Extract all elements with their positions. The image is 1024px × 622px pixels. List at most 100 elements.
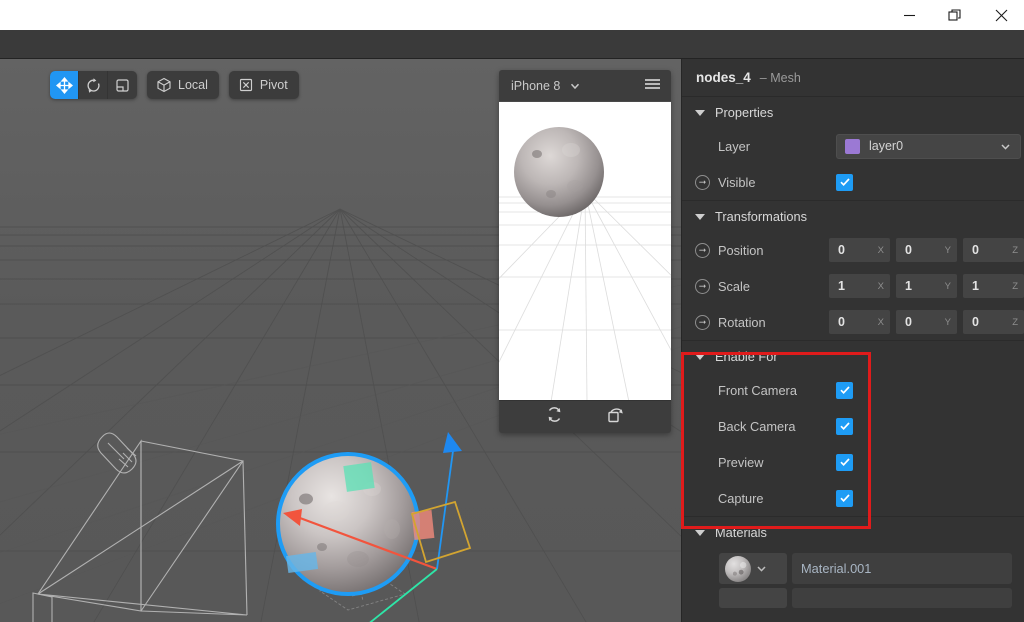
node-type: – Mesh (760, 71, 801, 85)
capture-label: Capture (695, 491, 836, 506)
animatable-arrow-icon[interactable]: ➞ (695, 175, 710, 190)
section-enable-for: Enable For Front Camera Back Camera (682, 341, 1024, 516)
animatable-arrow-icon[interactable]: ➞ (695, 243, 710, 258)
axis-y-label: Y (945, 245, 951, 256)
move-tool-button[interactable] (50, 71, 79, 99)
layer-label: Layer (718, 139, 836, 154)
layer-color-swatch (845, 139, 860, 154)
position-x-field[interactable]: 0 X (829, 238, 890, 262)
materials-section-header[interactable]: Materials (682, 517, 1024, 548)
axis-x-label: X (878, 317, 884, 328)
local-space-button[interactable]: Local (147, 71, 219, 99)
transformations-section-header[interactable]: Transformations (682, 201, 1024, 232)
device-preview-header: iPhone 8 (499, 70, 671, 101)
material-sphere-icon (725, 556, 751, 582)
row-front-camera: Front Camera (682, 372, 1024, 408)
pivot-mode-group[interactable]: Pivot (229, 71, 299, 99)
position-y-value: 0 (905, 243, 912, 257)
layer-value: layer0 (869, 139, 990, 153)
material-name-field[interactable]: Material.001 (792, 553, 1012, 584)
capture-checkbox[interactable] (836, 490, 853, 507)
properties-section-title: Properties (715, 105, 773, 120)
panel-header: nodes_4 – Mesh (682, 59, 1024, 97)
title-bar (0, 0, 1024, 30)
axis-z-label: Z (1012, 317, 1018, 328)
rotation-x-value: 0 (838, 315, 845, 329)
material-entry: Material.001 (682, 548, 1024, 589)
transform-space-group[interactable]: Local (147, 71, 219, 99)
move-icon (56, 77, 73, 94)
properties-section-header[interactable]: Properties (682, 97, 1024, 128)
device-preview-footer[interactable] (499, 400, 671, 433)
device-selector[interactable]: iPhone 8 (511, 79, 581, 93)
preview-checkbox[interactable] (836, 454, 853, 471)
local-space-label: Local (178, 79, 208, 92)
layer-dropdown[interactable]: layer0 (836, 134, 1021, 159)
scale-x-value: 1 (838, 279, 845, 293)
scale-z-value: 1 (972, 279, 979, 293)
materials-section-title: Materials (715, 525, 767, 540)
preview-label: Preview (695, 455, 836, 470)
viewport-toolbar[interactable]: Local Pivot (50, 71, 299, 99)
transform-tool-group[interactable] (50, 71, 137, 99)
refresh-icon[interactable] (545, 405, 564, 429)
rotation-x-field[interactable]: 0 X (829, 310, 890, 334)
rotation-z-value: 0 (972, 315, 979, 329)
transformations-section-title: Transformations (715, 209, 807, 224)
material-thumbnail-selector-next[interactable] (719, 588, 787, 608)
position-label: Position (718, 243, 829, 258)
rotate-tool-button[interactable] (79, 71, 108, 99)
chevron-down-icon (999, 140, 1012, 153)
section-properties: Properties Layer layer0 ➞ Visible (682, 97, 1024, 200)
device-name-label: iPhone 8 (511, 79, 560, 93)
axis-z-label: Z (1012, 281, 1018, 292)
rotation-fields: 0 X 0 Y 0 Z (829, 310, 1024, 334)
close-button[interactable] (978, 0, 1024, 30)
material-thumbnail-selector[interactable] (719, 553, 787, 584)
close-icon (994, 8, 1009, 23)
scale-z-field[interactable]: 1 Z (963, 274, 1024, 298)
pivot-icon (238, 77, 254, 93)
rotate-device-icon[interactable] (606, 405, 625, 429)
pivot-label: Pivot (260, 79, 288, 92)
animatable-arrow-icon[interactable]: ➞ (695, 315, 710, 330)
material-name-field-next[interactable] (792, 588, 1012, 608)
rotate-icon (85, 77, 102, 94)
axis-x-label: X (878, 245, 884, 256)
hamburger-menu-icon[interactable] (644, 77, 661, 94)
minimize-button[interactable] (886, 0, 932, 30)
device-preview-panel[interactable]: iPhone 8 (499, 70, 671, 433)
enable-for-section-header[interactable]: Enable For (682, 341, 1024, 372)
scale-x-field[interactable]: 1 X (829, 274, 890, 298)
material-entry-next (682, 589, 1024, 607)
scale-y-value: 1 (905, 279, 912, 293)
scale-label: Scale (718, 279, 829, 294)
position-y-field[interactable]: 0 Y (896, 238, 957, 262)
scale-tool-button[interactable] (108, 71, 137, 99)
position-z-field[interactable]: 0 Z (963, 238, 1024, 262)
device-preview-screen[interactable] (499, 101, 671, 400)
restore-icon (948, 8, 963, 23)
row-visible: ➞ Visible (682, 164, 1024, 200)
cube-icon (156, 77, 172, 93)
rotation-z-field[interactable]: 0 Z (963, 310, 1024, 334)
check-icon (839, 384, 851, 396)
properties-panel: nodes_4 – Mesh Properties Layer layer0 (681, 59, 1024, 622)
chevron-down-icon (755, 562, 768, 575)
visible-label: Visible (718, 175, 836, 190)
back-camera-checkbox[interactable] (836, 418, 853, 435)
position-z-value: 0 (972, 243, 979, 257)
axis-y-label: Y (945, 281, 951, 292)
caret-down-icon (695, 354, 705, 360)
gizmo-y-axis (437, 432, 462, 569)
pivot-button[interactable]: Pivot (229, 71, 299, 99)
restore-button[interactable] (932, 0, 978, 30)
visible-checkbox[interactable] (836, 174, 853, 191)
scale-icon (114, 77, 131, 94)
check-icon (839, 420, 851, 432)
rotation-y-field[interactable]: 0 Y (896, 310, 957, 334)
animatable-arrow-icon[interactable]: ➞ (695, 279, 710, 294)
scale-y-field[interactable]: 1 Y (896, 274, 957, 298)
front-camera-checkbox[interactable] (836, 382, 853, 399)
row-rotation: ➞ Rotation 0 X 0 Y 0 Z (682, 304, 1024, 340)
